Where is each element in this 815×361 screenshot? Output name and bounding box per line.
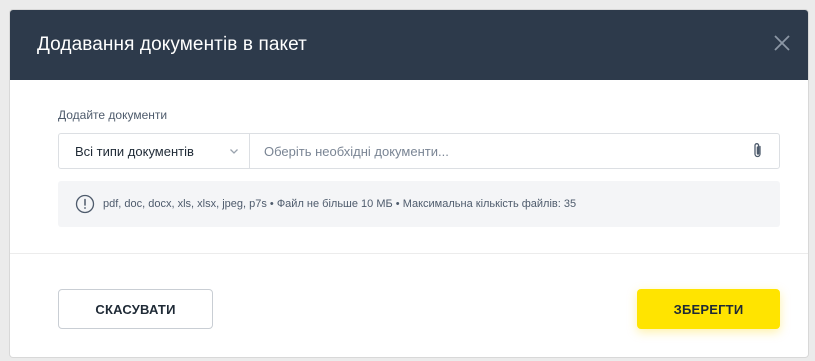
close-icon — [774, 35, 790, 51]
document-picker: Всі типи документів Оберіть необхідні до… — [58, 133, 780, 169]
file-select-placeholder: Оберіть необхідні документи... — [264, 143, 449, 159]
modal-body: Додайте документи Всі типи документів Об… — [10, 80, 808, 254]
file-select-input[interactable]: Оберіть необхідні документи... — [250, 134, 779, 168]
document-type-select[interactable]: Всі типи документів — [59, 134, 250, 168]
paperclip-icon[interactable] — [751, 142, 765, 160]
save-button[interactable]: ЗБЕРЕГТИ — [637, 289, 780, 329]
info-icon — [75, 194, 95, 214]
add-documents-modal: Додавання документів в пакет Додайте док… — [10, 10, 808, 357]
modal-title: Додавання документів в пакет — [37, 34, 307, 55]
close-button[interactable] — [770, 31, 794, 55]
chevron-down-icon — [230, 149, 238, 154]
modal-header: Додавання документів в пакет — [10, 10, 808, 80]
modal-footer: СКАСУВАТИ ЗБЕРЕГТИ — [10, 254, 808, 357]
document-type-value: Всі типи документів — [75, 143, 194, 159]
cancel-button[interactable]: СКАСУВАТИ — [58, 289, 213, 329]
file-requirements-text: pdf, doc, docx, xls, xlsx, jpeg, p7s • Ф… — [103, 198, 577, 210]
file-requirements-info: pdf, doc, docx, xls, xlsx, jpeg, p7s • Ф… — [58, 181, 780, 227]
section-label: Додайте документи — [58, 108, 168, 122]
